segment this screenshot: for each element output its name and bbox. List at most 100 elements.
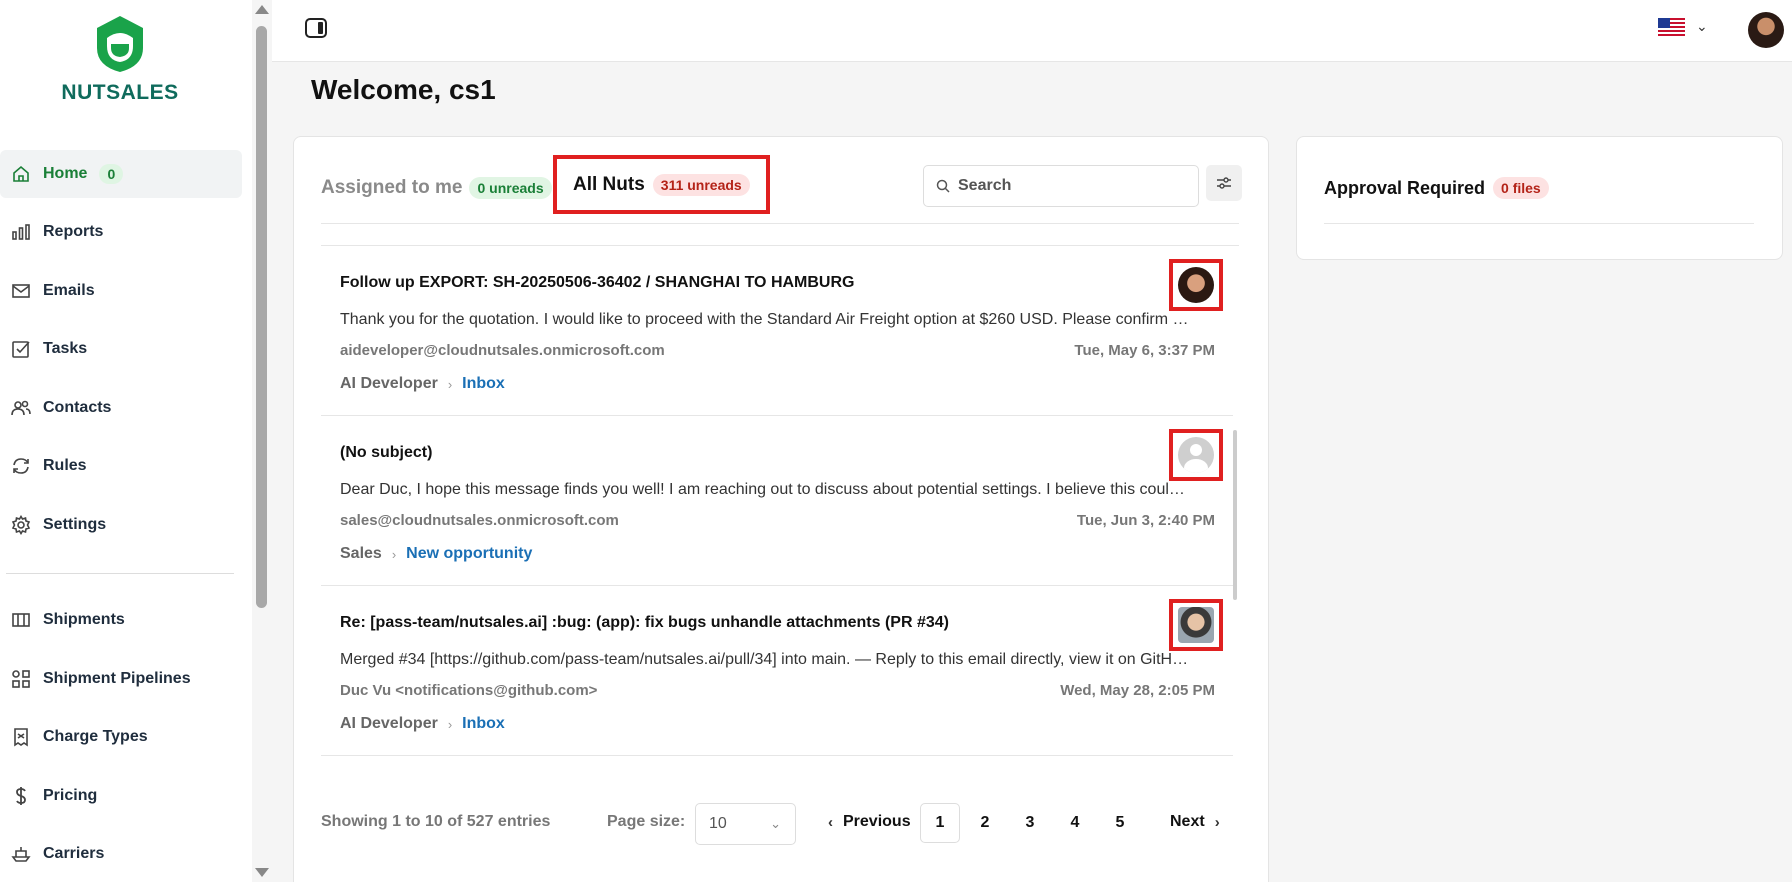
email-sender: aideveloper@cloudnutsales.onmicrosoft.co… <box>340 342 665 359</box>
nav-divider <box>6 573 234 574</box>
checkbox-icon <box>10 338 32 360</box>
email-item[interactable]: Follow up EXPORT: SH-20250506-36402 / SH… <box>321 246 1233 416</box>
email-item[interactable]: Re: [pass-team/nutsales.ai] :bug: (app):… <box>321 586 1233 756</box>
email-preview: Merged #34 [https://github.com/pass-team… <box>340 651 1192 668</box>
sliders-icon <box>1217 177 1231 189</box>
home-icon <box>10 163 32 185</box>
sidebar-scrollbar[interactable] <box>252 0 272 882</box>
mailbox-name: Sales <box>340 545 382 562</box>
default-avatar-icon <box>1178 437 1214 473</box>
page-3-button[interactable]: 3 <box>1010 803 1050 843</box>
sidebar-item-label: Shipment Pipelines <box>43 670 191 687</box>
sidebar-item-label: Pricing <box>43 787 98 804</box>
sidebar-item-carriers[interactable]: Carriers <box>0 830 242 878</box>
sidebar-item-label: Settings <box>43 516 107 533</box>
receipt-icon <box>10 726 32 748</box>
email-date: Tue, Jun 3, 2:40 PM <box>1076 512 1215 529</box>
page-5-button[interactable]: 5 <box>1100 803 1140 843</box>
dollar-icon <box>10 785 32 807</box>
refresh-icon <box>10 455 32 477</box>
entries-summary: Showing 1 to 10 of 527 entries <box>321 813 551 830</box>
sidebar-item-tasks[interactable]: Tasks <box>0 325 242 373</box>
page-size-select[interactable]: 10 ⌄ <box>695 803 796 845</box>
tab-label: All Nuts <box>573 173 645 195</box>
scroll-down-arrow-icon[interactable] <box>255 868 269 877</box>
chevron-right-icon: › <box>447 716 453 732</box>
page-title: Welcome, cs1 <box>311 74 496 105</box>
search-box[interactable] <box>923 165 1199 207</box>
email-path: AI Developer › Inbox <box>340 375 505 393</box>
chevron-right-icon: › <box>447 376 453 392</box>
sidebar-item-settings[interactable]: Settings <box>0 501 242 549</box>
approval-card: Approval Required 0 files <box>1296 136 1783 260</box>
sidebar-item-pricing[interactable]: Pricing <box>0 772 242 820</box>
sidebar-item-home[interactable]: Home 0 <box>0 150 242 198</box>
sidebar-item-label: Charge Types <box>43 728 148 745</box>
previous-page-button[interactable]: ‹ Previous <box>818 813 911 831</box>
list-scroll-thumb[interactable] <box>1233 430 1237 600</box>
sidebar-item-label: Emails <box>43 282 95 299</box>
ship-icon <box>10 843 32 865</box>
folder-link[interactable]: Inbox <box>462 375 505 393</box>
tab-all-nuts[interactable]: All Nuts 311 unreads <box>553 155 770 214</box>
tab-assigned-to-me[interactable]: Assigned to me 0 unreads <box>321 177 552 199</box>
chevron-right-icon: › <box>1214 813 1220 831</box>
files-badge: 0 files <box>1493 177 1549 199</box>
page-size-value: 10 <box>709 815 727 832</box>
email-date: Tue, May 6, 3:37 PM <box>1074 342 1215 359</box>
email-preview: Thank you for the quotation. I would lik… <box>340 311 1192 328</box>
sidebar-item-label: Contacts <box>43 399 112 416</box>
sidebar-item-shipments[interactable]: Shipments <box>0 596 242 644</box>
email-path: Sales › New opportunity <box>340 545 532 563</box>
mail-icon <box>10 280 32 302</box>
user-avatar[interactable] <box>1748 12 1784 48</box>
scroll-up-arrow-icon[interactable] <box>255 5 269 14</box>
page-size-label: Page size: <box>607 813 686 830</box>
sidebar-item-rules[interactable]: Rules <box>0 442 242 490</box>
sidebar-item-label: Reports <box>43 223 104 240</box>
filter-button[interactable] <box>1206 165 1242 201</box>
chevron-down-icon: ⌄ <box>770 816 781 831</box>
email-item[interactable]: (No subject) Dear Duc, I hope this messa… <box>321 416 1233 586</box>
bar-chart-icon <box>10 221 32 243</box>
unread-badge: 0 unreads <box>469 177 552 199</box>
sidebar-item-reports[interactable]: Reports <box>0 208 242 256</box>
sidebar-item-charge-types[interactable]: Charge Types <box>0 713 242 761</box>
emails-card: Assigned to me 0 unreads All Nuts 311 un… <box>293 136 1269 882</box>
sidebar-toggle-icon[interactable] <box>305 18 327 38</box>
sidebar-item-contacts[interactable]: Contacts <box>0 384 242 432</box>
scroll-thumb[interactable] <box>256 26 267 608</box>
next-label: Next <box>1170 813 1205 830</box>
sender-avatar <box>1169 599 1223 651</box>
page-1-button[interactable]: 1 <box>920 803 960 843</box>
mailbox-name: AI Developer <box>340 375 438 392</box>
grid-icon <box>10 668 32 690</box>
sidebar-item-emails[interactable]: Emails <box>0 267 242 315</box>
logo[interactable]: NUTSALES <box>60 14 180 105</box>
page-2-button[interactable]: 2 <box>965 803 1005 843</box>
approval-header: Approval Required 0 files <box>1324 177 1549 199</box>
mailbox-name: AI Developer <box>340 715 438 732</box>
page-4-button[interactable]: 4 <box>1055 803 1095 843</box>
sidebar-item-label: Carriers <box>43 845 105 862</box>
email-subject: Re: [pass-team/nutsales.ai] :bug: (app):… <box>340 614 949 631</box>
users-icon <box>10 397 32 419</box>
us-flag-icon[interactable] <box>1658 18 1685 38</box>
folder-link[interactable]: Inbox <box>462 715 505 733</box>
next-page-button[interactable]: Next › <box>1170 813 1230 831</box>
folder-link[interactable]: New opportunity <box>406 545 532 563</box>
sidebar-item-label: Tasks <box>43 340 88 357</box>
chevron-right-icon: › <box>391 546 397 562</box>
chevron-left-icon: ‹ <box>828 813 833 831</box>
chevron-down-icon[interactable]: ⌄ <box>1696 18 1708 35</box>
search-icon <box>936 179 950 193</box>
email-subject: Follow up EXPORT: SH-20250506-36402 / SH… <box>340 274 855 291</box>
tabs-divider <box>321 223 1239 224</box>
top-bar: ⌄ <box>272 0 1792 62</box>
box-icon <box>10 609 32 631</box>
sidebar-item-label: Shipments <box>43 611 125 628</box>
approval-divider <box>1324 223 1754 224</box>
search-input[interactable] <box>958 177 1178 195</box>
approval-title: Approval Required <box>1324 177 1486 198</box>
sidebar-item-shipment-pipelines[interactable]: Shipment Pipelines <box>0 655 242 703</box>
